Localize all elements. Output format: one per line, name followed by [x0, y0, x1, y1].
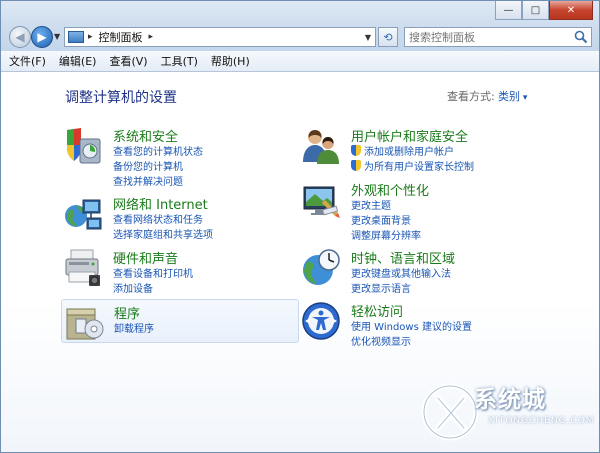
uac-shield-icon — [351, 160, 361, 171]
breadcrumb-chevron-icon[interactable]: ▸ — [149, 32, 154, 42]
link-parental-controls[interactable]: 为所有用户设置家长控制 — [351, 158, 474, 173]
category-links: 查看网络状态和任务 选择家庭组和共享选项 — [113, 211, 213, 241]
ease-of-access-icon[interactable] — [301, 301, 341, 341]
category-links: 更改主题 更改桌面背景 调整屏幕分辨率 — [351, 197, 421, 242]
menu-view[interactable]: 查看(V) — [109, 53, 147, 69]
uac-shield-icon — [351, 145, 361, 156]
minimize-button[interactable]: — — [495, 1, 522, 20]
system-security-icon[interactable] — [63, 126, 103, 166]
page-title: 调整计算机的设置 — [65, 90, 177, 106]
category-links: 使用 Windows 建议的设置 优化视频显示 — [351, 318, 472, 348]
category-network-internet: 网络和 Internet 查看网络状态和任务 选择家庭组和共享选项 — [63, 194, 301, 241]
category-programs: 程序 卸载程序 — [61, 299, 299, 343]
network-internet-icon[interactable] — [63, 194, 103, 234]
menu-edit[interactable]: 编辑(E) — [59, 53, 97, 69]
link-find-fix-problems[interactable]: 查找并解决问题 — [113, 173, 203, 188]
refresh-button[interactable]: ⟲ — [378, 27, 398, 47]
link-screen-resolution[interactable]: 调整屏幕分辨率 — [351, 227, 421, 242]
view-by-label: 查看方式: — [447, 90, 495, 103]
link-add-device[interactable]: 添加设备 — [113, 280, 193, 295]
maximize-button[interactable]: □ — [522, 1, 549, 20]
clock-language-region-icon[interactable] — [301, 248, 341, 288]
menu-tools[interactable]: 工具(T) — [161, 53, 198, 69]
watermark-text: 系统城 — [474, 387, 546, 413]
category-links: 卸载程序 — [114, 320, 154, 335]
link-change-theme[interactable]: 更改主题 — [351, 197, 421, 212]
user-accounts-icon[interactable] — [301, 126, 341, 166]
link-devices-printers[interactable]: 查看设备和打印机 — [113, 265, 193, 280]
category-appearance: 外观和个性化 更改主题 更改桌面背景 调整屏幕分辨率 — [301, 180, 539, 242]
link-backup-computer[interactable]: 备份您的计算机 — [113, 158, 203, 173]
hardware-sound-icon[interactable] — [63, 248, 103, 288]
close-button[interactable]: ✕ — [549, 1, 593, 20]
recent-pages-dropdown[interactable]: ▼ — [54, 32, 60, 41]
link-keyboard-input[interactable]: 更改键盘或其他输入法 — [351, 265, 451, 280]
menu-help[interactable]: 帮助(H) — [211, 53, 250, 69]
breadcrumb-control-panel[interactable]: 控制面板 — [99, 29, 143, 45]
link-change-background[interactable]: 更改桌面背景 — [351, 212, 421, 227]
menu-file[interactable]: 文件(F) — [9, 53, 46, 69]
watermark-logo-icon — [421, 383, 478, 441]
category-links: 添加或删除用户帐户 为所有用户设置家长控制 — [351, 143, 474, 173]
main-content: 调整计算机的设置 查看方式: 类别 系统和安全 查看您的计算机状态 备份您的计算… — [1, 73, 599, 452]
link-optimize-visual[interactable]: 优化视频显示 — [351, 333, 472, 348]
category-system-security: 系统和安全 查看您的计算机状态 备份您的计算机 查找并解决问题 — [63, 126, 301, 188]
link-homegroup-sharing[interactable]: 选择家庭组和共享选项 — [113, 226, 213, 241]
window-controls: — □ ✕ — [495, 1, 593, 20]
watermark-subtext: XITONGCHENG.COM — [488, 416, 595, 426]
menu-bar: 文件(F) 编辑(E) 查看(V) 工具(T) 帮助(H) — [1, 51, 599, 72]
category-links: 查看设备和打印机 添加设备 — [113, 265, 193, 295]
view-by-dropdown[interactable]: 类别 — [498, 88, 527, 104]
arrow-right-icon: ▶ — [37, 30, 47, 44]
link-network-status-tasks[interactable]: 查看网络状态和任务 — [113, 211, 213, 226]
control-panel-window: — □ ✕ ◀ ▶ ▼ ▸ 控制面板 ▸ ▼ ⟲ 文件(F) 编辑(E) 查看(… — [0, 0, 600, 453]
forward-button[interactable]: ▶ — [31, 26, 53, 48]
category-links: 更改键盘或其他输入法 更改显示语言 — [351, 265, 451, 295]
category-ease-of-access: 轻松访问 使用 Windows 建议的设置 优化视频显示 — [301, 301, 539, 348]
category-user-accounts: 用户帐户和家庭安全 添加或删除用户帐户 为所有用户设置家长控制 — [301, 126, 539, 176]
breadcrumb-chevron-icon[interactable]: ▸ — [88, 32, 93, 42]
search-input[interactable] — [409, 30, 569, 44]
control-panel-icon — [68, 31, 84, 43]
category-hardware-sound: 硬件和声音 查看设备和打印机 添加设备 — [63, 248, 301, 295]
link-uninstall-program[interactable]: 卸载程序 — [114, 320, 154, 335]
address-bar[interactable]: ▸ 控制面板 ▸ ▼ — [64, 27, 376, 47]
arrow-left-icon: ◀ — [15, 30, 25, 44]
link-view-computer-status[interactable]: 查看您的计算机状态 — [113, 143, 203, 158]
link-label: 为所有用户设置家长控制 — [364, 162, 474, 173]
search-box[interactable] — [404, 27, 592, 47]
search-icon[interactable] — [574, 30, 588, 44]
category-clock-language-region: 时钟、语言和区域 更改键盘或其他输入法 更改显示语言 — [301, 248, 539, 295]
programs-icon[interactable] — [64, 303, 104, 343]
site-watermark: 系统城 XITONGCHENG.COM — [418, 376, 595, 446]
appearance-icon[interactable] — [301, 180, 341, 220]
address-dropdown-icon[interactable]: ▼ — [365, 33, 371, 42]
link-label: 添加或删除用户帐户 — [364, 147, 454, 158]
category-links: 查看您的计算机状态 备份您的计算机 查找并解决问题 — [113, 143, 203, 188]
navigation-bar: — □ ✕ ◀ ▶ ▼ ▸ 控制面板 ▸ ▼ ⟲ — [1, 1, 599, 51]
link-windows-recommended[interactable]: 使用 Windows 建议的设置 — [351, 318, 472, 333]
back-button[interactable]: ◀ — [9, 26, 31, 48]
link-add-remove-accounts[interactable]: 添加或删除用户帐户 — [351, 143, 474, 158]
refresh-icon: ⟲ — [383, 30, 393, 44]
link-display-language[interactable]: 更改显示语言 — [351, 280, 451, 295]
